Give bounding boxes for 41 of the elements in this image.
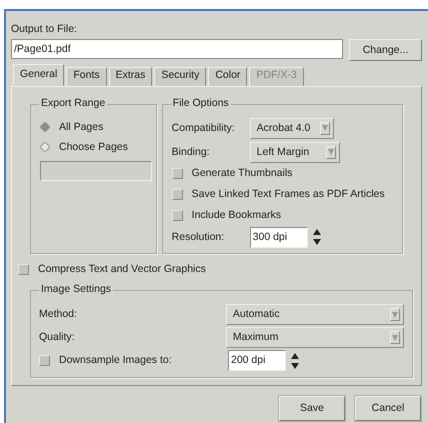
tab[interactable]: General [13,64,64,86]
radio-label: All Pages [59,120,104,134]
spin-field[interactable]: 300 dpi [250,226,308,248]
tab[interactable]: Color [208,67,248,86]
field-label: Binding: [172,146,211,158]
field-label: Compatibility: [172,122,236,134]
dropdown[interactable]: Left Margin [250,142,340,162]
change-button[interactable]: Change... [349,39,422,61]
field-label: Output to File: [11,23,78,36]
dropdown[interactable]: Maximum [226,327,404,348]
checkbox-label: Include Bookmarks [192,209,281,222]
checkbox[interactable] [172,189,183,200]
field-label: Resolution: [172,230,226,244]
tab[interactable]: Security [154,67,206,86]
radio-button[interactable] [40,122,50,132]
tab[interactable]: Fonts [66,67,107,86]
checkbox-label: Downsample Images to: [59,354,172,367]
checkbox-label: Save Linked Text Frames as PDF Articles [192,188,385,201]
radio-label: Choose Pages [59,140,128,154]
dialog-button[interactable]: Save [279,396,345,421]
dropdown[interactable]: Automatic [226,304,404,325]
spin-arrows-icon[interactable] [312,228,322,246]
spin-field[interactable]: 200 dpi [228,350,286,371]
dialog-button[interactable]: Cancel [355,396,421,421]
group-title: Image Settings [39,283,114,296]
spin-arrows-icon[interactable] [290,352,300,370]
dropdown[interactable]: Acrobat 4.0 [250,118,334,138]
checkbox-label: Compress Text and Vector Graphics [38,263,206,276]
group-title: Export Range [39,97,108,110]
pages-field[interactable] [40,161,152,181]
tab[interactable]: Extras [108,67,152,86]
field-label: Quality: [39,331,76,344]
checkbox[interactable] [39,355,50,366]
checkbox-label: Generate Thumbnails [192,167,292,180]
checkbox[interactable] [18,264,29,275]
radio-button[interactable] [40,142,50,152]
field-label: Method: [39,308,78,321]
file-path-field[interactable]: /Page01.pdf [11,39,343,59]
checkbox[interactable] [172,168,183,179]
checkbox[interactable] [172,210,183,221]
group-title: File Options [170,97,231,110]
